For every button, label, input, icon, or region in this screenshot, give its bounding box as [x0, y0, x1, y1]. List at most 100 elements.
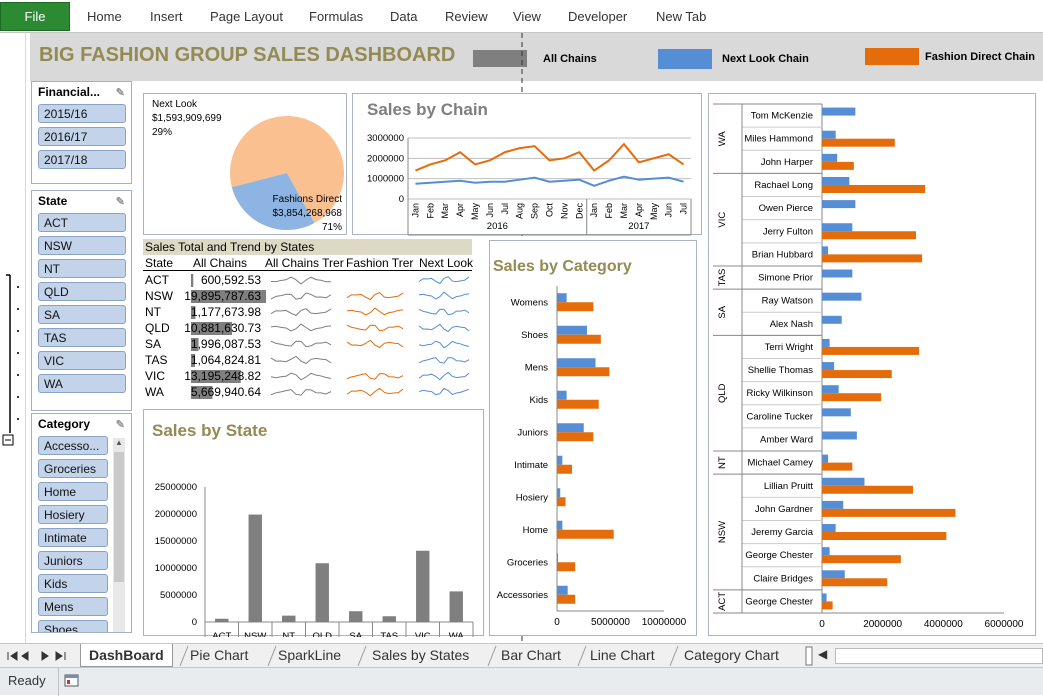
slicer-item[interactable]: Juniors [38, 551, 108, 570]
bar-next [822, 269, 853, 278]
horizontal-scrollbar[interactable] [835, 648, 1043, 664]
bar-next [822, 477, 865, 486]
bar-next [822, 593, 827, 602]
tab-formulas[interactable]: Formulas [309, 9, 363, 24]
bar-fashion [822, 161, 854, 170]
slicer-item[interactable]: 2015/16 [38, 104, 126, 123]
bar-fashion [557, 399, 599, 409]
pie-chart-panel[interactable]: Next Look $1,593,909,699 29% Fashions Di… [143, 93, 347, 235]
y-tick-label: Rachael Long [754, 180, 813, 191]
tab-new-tab[interactable]: New Tab [656, 9, 706, 24]
sales-by-chain-panel[interactable]: 3000000 2000000 1000000 0 Jan Feb Mar Apr May Jun… [352, 93, 702, 236]
bar-fashion [822, 393, 882, 402]
y-tick-label: 25000000 [155, 482, 197, 493]
x-tick-label: 6000000 [985, 619, 1024, 630]
sheet-nav-icons[interactable] [4, 647, 74, 665]
file-tab[interactable]: File [0, 2, 70, 31]
slicer-item[interactable]: 2016/17 [38, 127, 126, 146]
slicer-item[interactable]: VIC [38, 351, 126, 370]
bar-fashion [822, 578, 888, 587]
slicer-item[interactable]: Groceries [38, 459, 108, 478]
tab-developer[interactable]: Developer [568, 9, 627, 24]
scroll-thumb[interactable] [114, 452, 124, 582]
value-cell: 1,996,087.53 [191, 337, 261, 351]
y-tick-label: Shoes [521, 330, 548, 341]
tab-data[interactable]: Data [390, 9, 417, 24]
x-tick-label: NSW [244, 631, 266, 637]
slicer-scrollbar[interactable]: ▲ [113, 438, 125, 632]
tab-page-layout[interactable]: Page Layout [210, 9, 283, 24]
chart-title: Sales by Chain [367, 100, 488, 119]
slicer-item[interactable]: NSW [38, 236, 126, 255]
y-tick-label: 15000000 [155, 536, 197, 547]
y-tick-label: John Harper [761, 157, 813, 168]
slicer-item[interactable]: TAS [38, 328, 126, 347]
tab-view[interactable]: View [513, 9, 541, 24]
outline-group-icon[interactable] [0, 33, 26, 643]
bar-fashion [822, 346, 920, 355]
clear-filter-icon[interactable]: ✎ [116, 195, 125, 208]
slicer-item[interactable]: 2017/18 [38, 150, 126, 169]
bar-fashion [557, 302, 594, 312]
sales-by-category-panel[interactable]: 0 5000000 10000000 Womens Shoes Mens Kids Junio… [489, 240, 697, 636]
slicer-item[interactable]: Shoes [38, 620, 108, 632]
slicer-item[interactable]: Intimate [38, 528, 108, 547]
sparkline-next [418, 291, 470, 300]
y-tick-label: Intimate [514, 460, 548, 471]
slicer-item[interactable]: ACT [38, 213, 126, 232]
tab-insert[interactable]: Insert [150, 9, 183, 24]
slicer-item[interactable]: Home [38, 482, 108, 501]
bar-next [557, 293, 567, 303]
sparkline-table: Sales Total and Trend by States State All… [143, 239, 473, 430]
state-cell: ACT [145, 273, 170, 287]
sparkline-next [418, 387, 470, 396]
status-divider [58, 668, 59, 696]
data-bar [191, 274, 194, 287]
slicer-financial: Financial... ✎ 2015/16 2016/17 2017/18 [31, 81, 132, 184]
macro-record-icon[interactable] [64, 674, 80, 688]
slicer-item[interactable]: QLD [38, 282, 126, 301]
page-title: BIG FASHION GROUP SALES DASHBOARD [39, 44, 456, 66]
scroll-up-icon[interactable]: ▲ [113, 438, 125, 450]
y-tick-label: Kids [530, 395, 549, 406]
value-cell: 600,592.53 [201, 273, 261, 287]
slicer-item[interactable]: NT [38, 259, 126, 278]
slicer-item[interactable]: Mens [38, 597, 108, 616]
bar-next [557, 358, 596, 368]
tab-home[interactable]: Home [87, 9, 122, 24]
tab-separators [179, 645, 813, 667]
slicer-item[interactable]: Kids [38, 574, 108, 593]
x-tick-label: Sep [530, 203, 540, 219]
y-tick-label: Claire Bridges [753, 573, 813, 584]
group-label: TAS [717, 269, 728, 287]
sales-by-employee-panel[interactable]: 0 2000000 4000000 6000000 Tom McKenzie Miles … [708, 93, 1036, 636]
slice-name: Fashions Direct [272, 194, 342, 205]
clear-filter-icon[interactable]: ✎ [116, 418, 125, 431]
sheet-tab-dashboard[interactable]: DashBoard [80, 644, 173, 667]
slicer-item[interactable]: Accesso... [38, 436, 108, 455]
x-tick-label: Apr [634, 203, 644, 217]
y-tick-label: Miles Hammond [744, 134, 813, 145]
state-cell: QLD [145, 321, 170, 335]
slicer-item[interactable]: SA [38, 305, 126, 324]
slicer-item[interactable]: WA [38, 374, 126, 393]
chart-title: Sales by Category [493, 258, 632, 275]
outline-bar [0, 33, 26, 643]
sales-by-state-panel[interactable]: 25000000 20000000 15000000 10000000 5000000 0… [143, 409, 484, 637]
legend-swatch-next [658, 49, 712, 69]
bar-fashion [822, 184, 926, 193]
slicer-item[interactable]: Hosiery [38, 505, 108, 524]
y-tick-label: John Gardner [755, 504, 813, 515]
slicer-category: Category ✎ ▲ Accesso... Groceries Home Ho… [31, 413, 132, 633]
hscroll-left-icon[interactable]: ◀ [818, 647, 827, 661]
value-cell: 10,881,630.73 [184, 321, 261, 335]
clear-filter-icon[interactable]: ✎ [116, 86, 125, 99]
tab-review[interactable]: Review [445, 9, 488, 24]
group-label: WA [717, 131, 728, 147]
header-cell: All Chains [193, 256, 248, 270]
bar-fashion [822, 555, 901, 564]
bar-next [822, 385, 839, 394]
bar-fashion [557, 464, 572, 474]
bar-fashion [822, 508, 956, 517]
bar-next [822, 130, 836, 139]
